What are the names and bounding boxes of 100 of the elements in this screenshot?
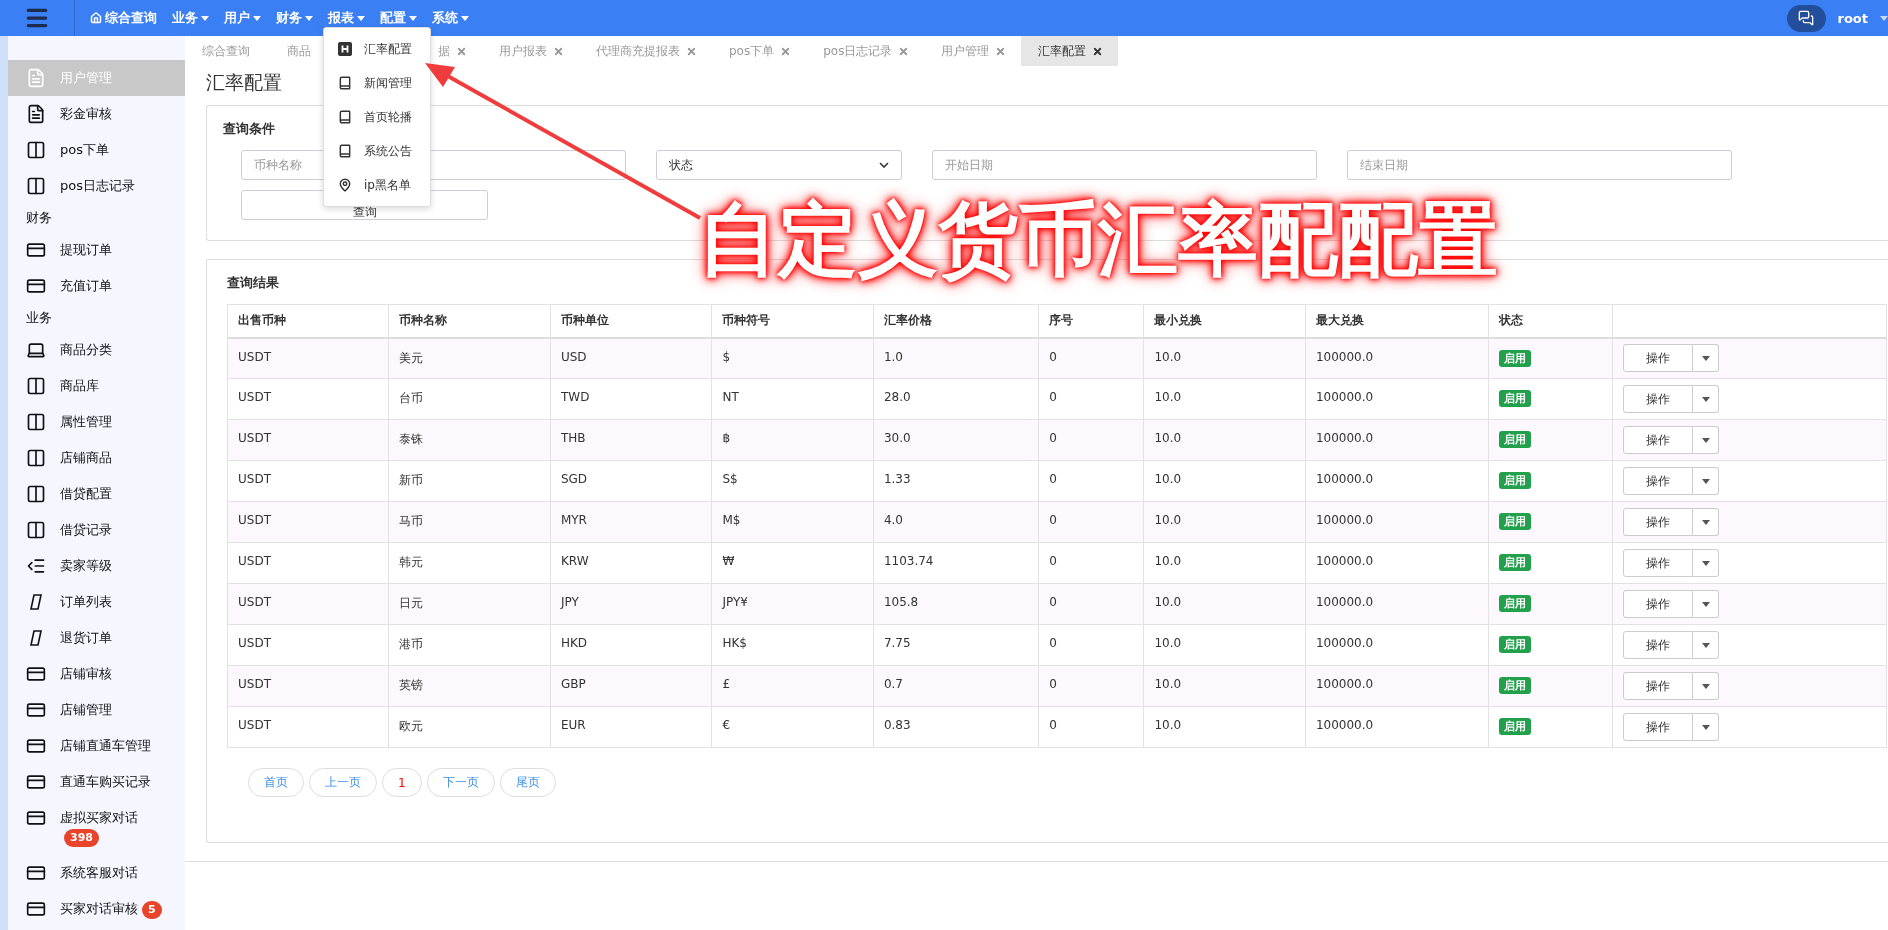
table-cell: 0 [1038,337,1144,379]
page-button[interactable]: 下一页 [426,768,495,797]
sidebar-item[interactable]: 借贷配置 [8,476,185,512]
table-cell: 10.0 [1143,624,1306,666]
column-header: 币种符号 [711,304,874,338]
menu-item[interactable]: 新闻管理 [324,66,430,100]
sidebar-item[interactable]: 彩金审核 [8,96,185,132]
column-header: 出售币种 [227,304,389,338]
chat-icon [1798,10,1814,26]
sidebar-item[interactable]: 买家对话审核 5 [8,891,185,927]
action-button[interactable]: 操作 [1623,549,1694,577]
sidebar-item[interactable]: 店铺直通车管理 [8,728,185,764]
column-header: 币种名称 [388,304,551,338]
table-cell: 10.0 [1143,542,1306,584]
page-button[interactable]: 尾页 [499,768,556,797]
sidebar-item[interactable]: 店铺商品 [8,440,185,476]
action-button[interactable]: 操作 [1623,467,1694,495]
columns-icon [26,412,46,432]
table-cell: USD [550,337,712,379]
nav-menu-item[interactable]: 用户 [224,9,261,27]
page-button[interactable]: 1 [382,768,422,797]
sidebar-item[interactable]: 系统客服对话 [8,855,185,891]
action-caret-button[interactable] [1693,467,1720,495]
sidebar-item[interactable]: 店铺审核 [8,656,185,692]
action-button[interactable]: 操作 [1623,344,1694,373]
sidebar-item[interactable]: pos日志记录 [8,168,185,204]
status-badge: 启用 [1499,431,1532,448]
sidebar-item[interactable]: 卖家等级 [8,548,185,584]
sidebar-item[interactable]: 直通车购买记录 [8,764,185,800]
column-header: 序号 [1038,304,1144,338]
action-caret-button[interactable] [1693,508,1720,536]
chat-button[interactable] [1786,4,1826,32]
table-cell: SGD [550,460,712,502]
table-cell: 韩元 [388,542,551,584]
table-cell: USDT [227,419,389,461]
table-cell: 10.0 [1143,378,1306,420]
action-caret-button[interactable] [1693,426,1720,454]
sidebar-item[interactable]: 商品库 [8,368,185,404]
action-caret-button[interactable] [1693,549,1720,577]
table-cell: 0 [1038,378,1144,420]
status-badge: 启用 [1499,472,1532,489]
card-icon [26,808,46,828]
sidebar-heading: 业务 [25,309,53,327]
action-button[interactable]: 操作 [1623,672,1694,700]
nav-menu-item[interactable]: 业务 [172,9,209,27]
action-caret-button[interactable] [1693,385,1720,413]
table-cell: 1.33 [873,460,1039,502]
sidebar-item[interactable]: 商品分类 [8,332,185,368]
sidebar-item[interactable]: pos下单 [8,132,185,168]
status-select[interactable]: 状态 [656,150,902,180]
action-caret-button[interactable] [1693,590,1720,618]
action-button[interactable]: 操作 [1623,508,1694,536]
action-caret-button[interactable] [1693,672,1720,700]
caret-icon [305,15,313,21]
sidebar-item[interactable]: 借贷记录 [8,512,185,548]
close-icon[interactable] [1092,45,1104,57]
input-field[interactable]: 开始日期 [932,150,1317,180]
table-cell: 100000.0 [1305,583,1489,625]
input-field[interactable]: 结束日期 [1347,150,1732,180]
sidebar-item[interactable]: 退货订单 [8,620,185,656]
menu-item[interactable]: 首页轮播 [324,100,430,134]
action-button[interactable]: 操作 [1623,631,1694,659]
card-icon [26,276,46,296]
action-button[interactable]: 操作 [1623,426,1694,454]
columns-icon [26,176,46,196]
table-cell: 10.0 [1143,460,1306,502]
sidebar-item[interactable]: 属性管理 [8,404,185,440]
status-badge: 启用 [1499,636,1532,653]
nav-menu-item[interactable]: 配置 [380,9,417,27]
action-caret-button[interactable] [1693,631,1720,659]
sidebar-item[interactable]: 充值订单 [8,268,185,304]
user-name[interactable]: root [1837,10,1868,26]
nav-menu-item[interactable]: 综合查询 [90,9,157,27]
status-badge: 启用 [1499,390,1532,407]
caret-icon [461,15,469,21]
document-icon [26,68,46,88]
action-caret-button[interactable] [1693,713,1720,741]
caret-icon [1701,478,1710,484]
nav-menu-item[interactable]: 财务 [276,9,313,27]
sidebar-item[interactable]: 店铺管理 [8,692,185,728]
table-cell: M$ [711,501,874,543]
tab[interactable]: 汇率配置 [1021,36,1119,66]
book-icon [338,110,352,124]
page-button[interactable]: 上一页 [309,768,377,797]
sidebar-item[interactable]: 虚拟买家对话 398 [8,800,185,855]
table-cell: USDT [227,378,389,420]
sidebar-item[interactable]: 订单列表 [8,584,185,620]
page-button[interactable]: 首页 [248,768,304,797]
action-button[interactable]: 操作 [1623,713,1694,741]
sidebar-item[interactable]: 提现订单 [8,232,185,268]
home-icon [90,12,102,24]
action-button[interactable]: 操作 [1623,385,1694,413]
nav-menu-item[interactable]: 报表 [328,9,365,27]
card-icon [26,863,46,883]
action-caret-button[interactable] [1693,344,1720,373]
table-cell: JPY [550,583,712,625]
table-cell: THB [550,419,712,461]
nav-menu-item[interactable]: 系统 [432,9,469,27]
action-button[interactable]: 操作 [1623,590,1694,618]
table-cell: USDT [227,337,389,379]
